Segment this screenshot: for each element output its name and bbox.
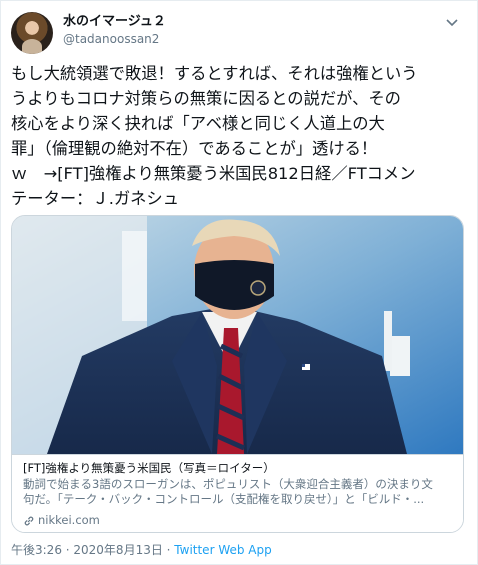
card-image (12, 216, 463, 454)
card-title: [FT]強権より無策憂う米国民（写真＝ロイター） (23, 461, 275, 475)
card-description: 動詞で始まる3語のスローガンは、ポピュリスト（大衆迎合主義者）の決まり文 句だ。… (23, 477, 433, 506)
link-card[interactable]: [FT]強権より無策憂う米国民（写真＝ロイター） 動詞で始まる3語のスローガンは… (11, 215, 464, 533)
tweet-footer: 午後3:26 · 2020年8月13日 · Twitter Web App (11, 543, 272, 558)
source-app-link[interactable]: Twitter Web App (174, 543, 271, 557)
avatar[interactable] (11, 12, 53, 54)
card-domain: nikkei.com (23, 513, 100, 528)
author-name[interactable]: 水のイマージュ２ (63, 13, 166, 30)
tweet-text: もし大統領選で敗退！するとすれば、それは強権という うよりもコロナ対策らの無策に… (11, 64, 418, 208)
card-meta: [FT]強権より無策憂う米国民（写真＝ロイター） 動詞で始まる3語のスローガンは… (12, 454, 463, 532)
chevron-down-icon (446, 19, 458, 27)
timestamp[interactable]: 午後3:26 · 2020年8月13日 · (11, 543, 174, 557)
link-icon (24, 516, 34, 525)
author-handle[interactable]: @tadanoossan2 (63, 32, 159, 47)
more-options-button[interactable] (442, 13, 462, 33)
card-domain-label: nikkei.com (38, 513, 100, 527)
